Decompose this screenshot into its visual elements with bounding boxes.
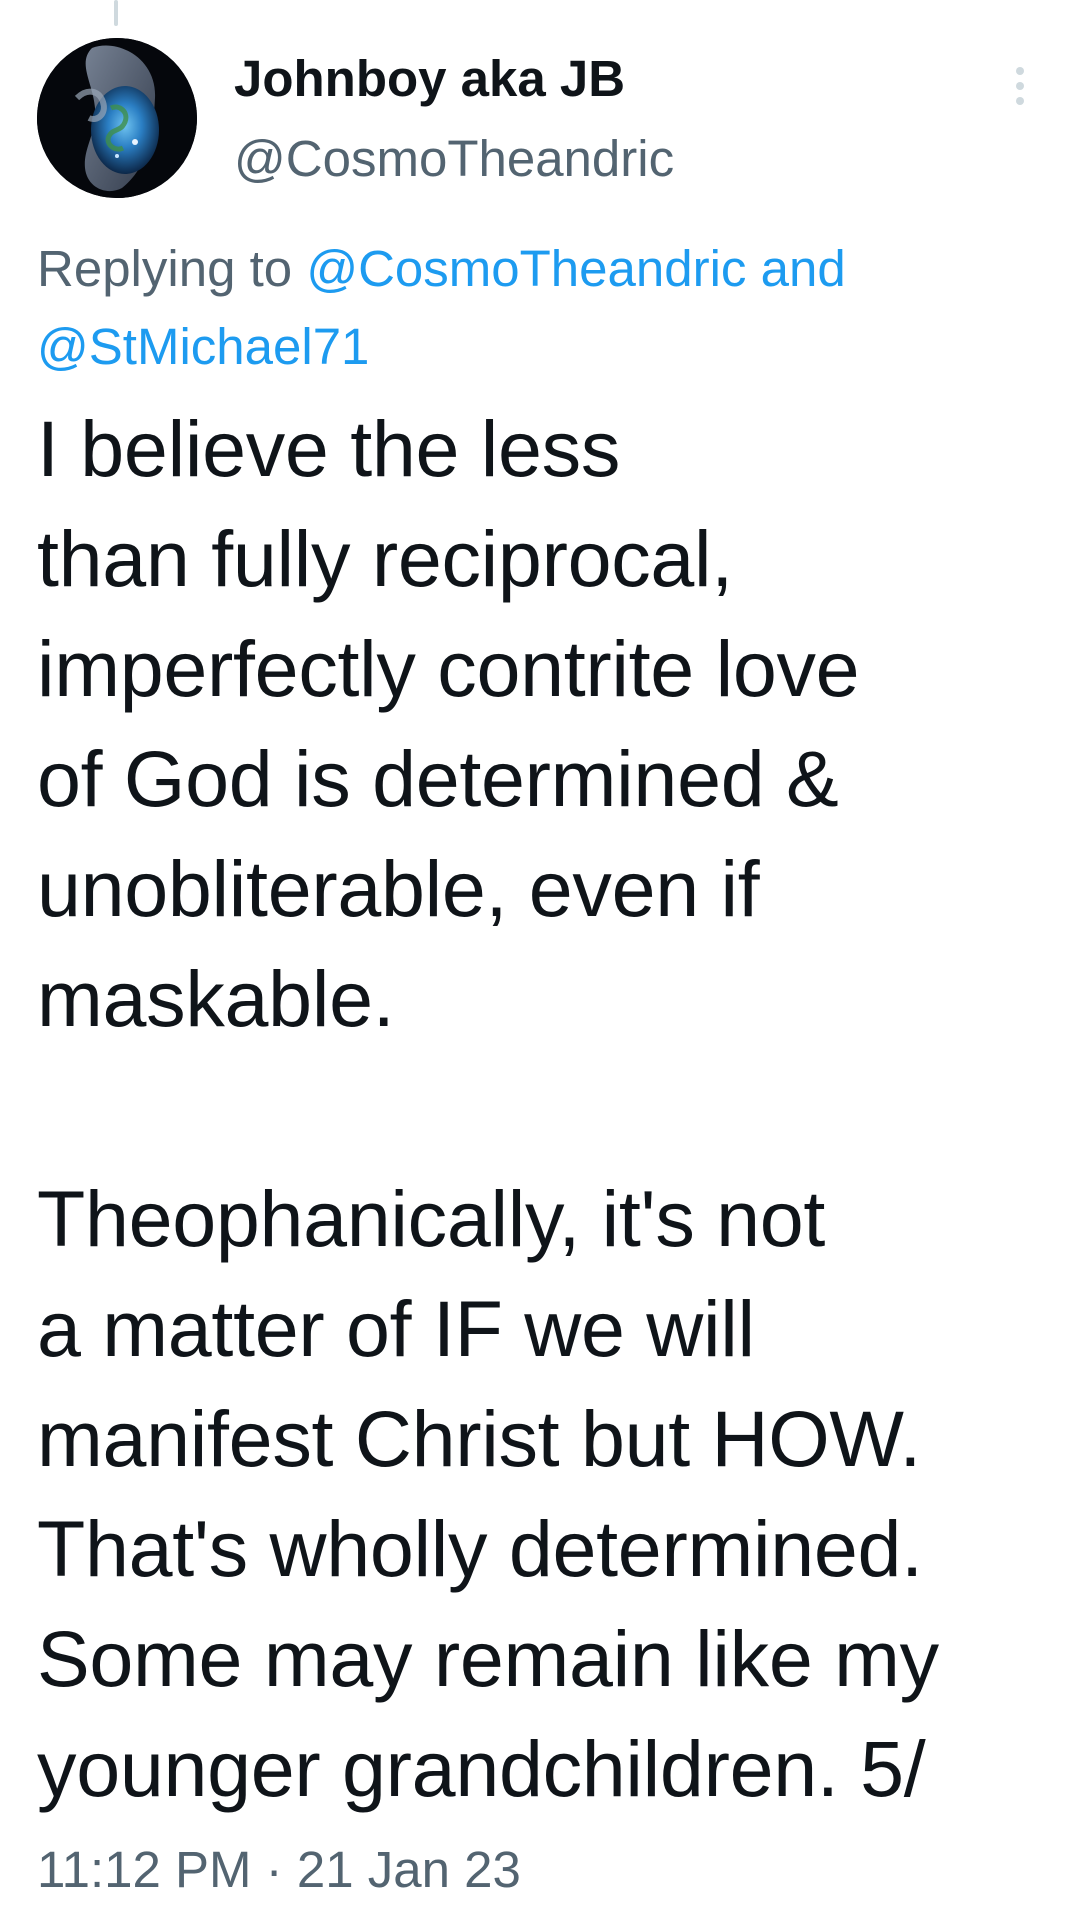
author-display-name[interactable]: Johnboy aka JB [234,48,625,110]
avatar[interactable] [37,38,197,198]
thread-connector-line [114,0,118,26]
reply-prefix: Replying to [37,240,293,297]
more-vertical-icon [1016,67,1024,75]
mention-link[interactable]: @CosmoTheandric [306,240,746,297]
more-options-button[interactable] [1000,58,1040,114]
tweet-text: I believe the less than fully reciprocal… [37,404,939,1813]
more-vertical-icon-dot [1016,82,1024,90]
author-handle[interactable]: @CosmoTheandric [234,128,674,190]
avatar-image [37,38,197,198]
tweet-timestamp[interactable]: 11:12 PM · 21 Jan 23 [37,1838,521,1902]
reply-context: Replying to @CosmoTheandric and @StMichae… [37,230,1047,386]
mention-link[interactable]: @StMichael71 [37,318,369,375]
more-vertical-icon-dot [1016,97,1024,105]
mention-conjunction[interactable]: and [761,240,846,297]
